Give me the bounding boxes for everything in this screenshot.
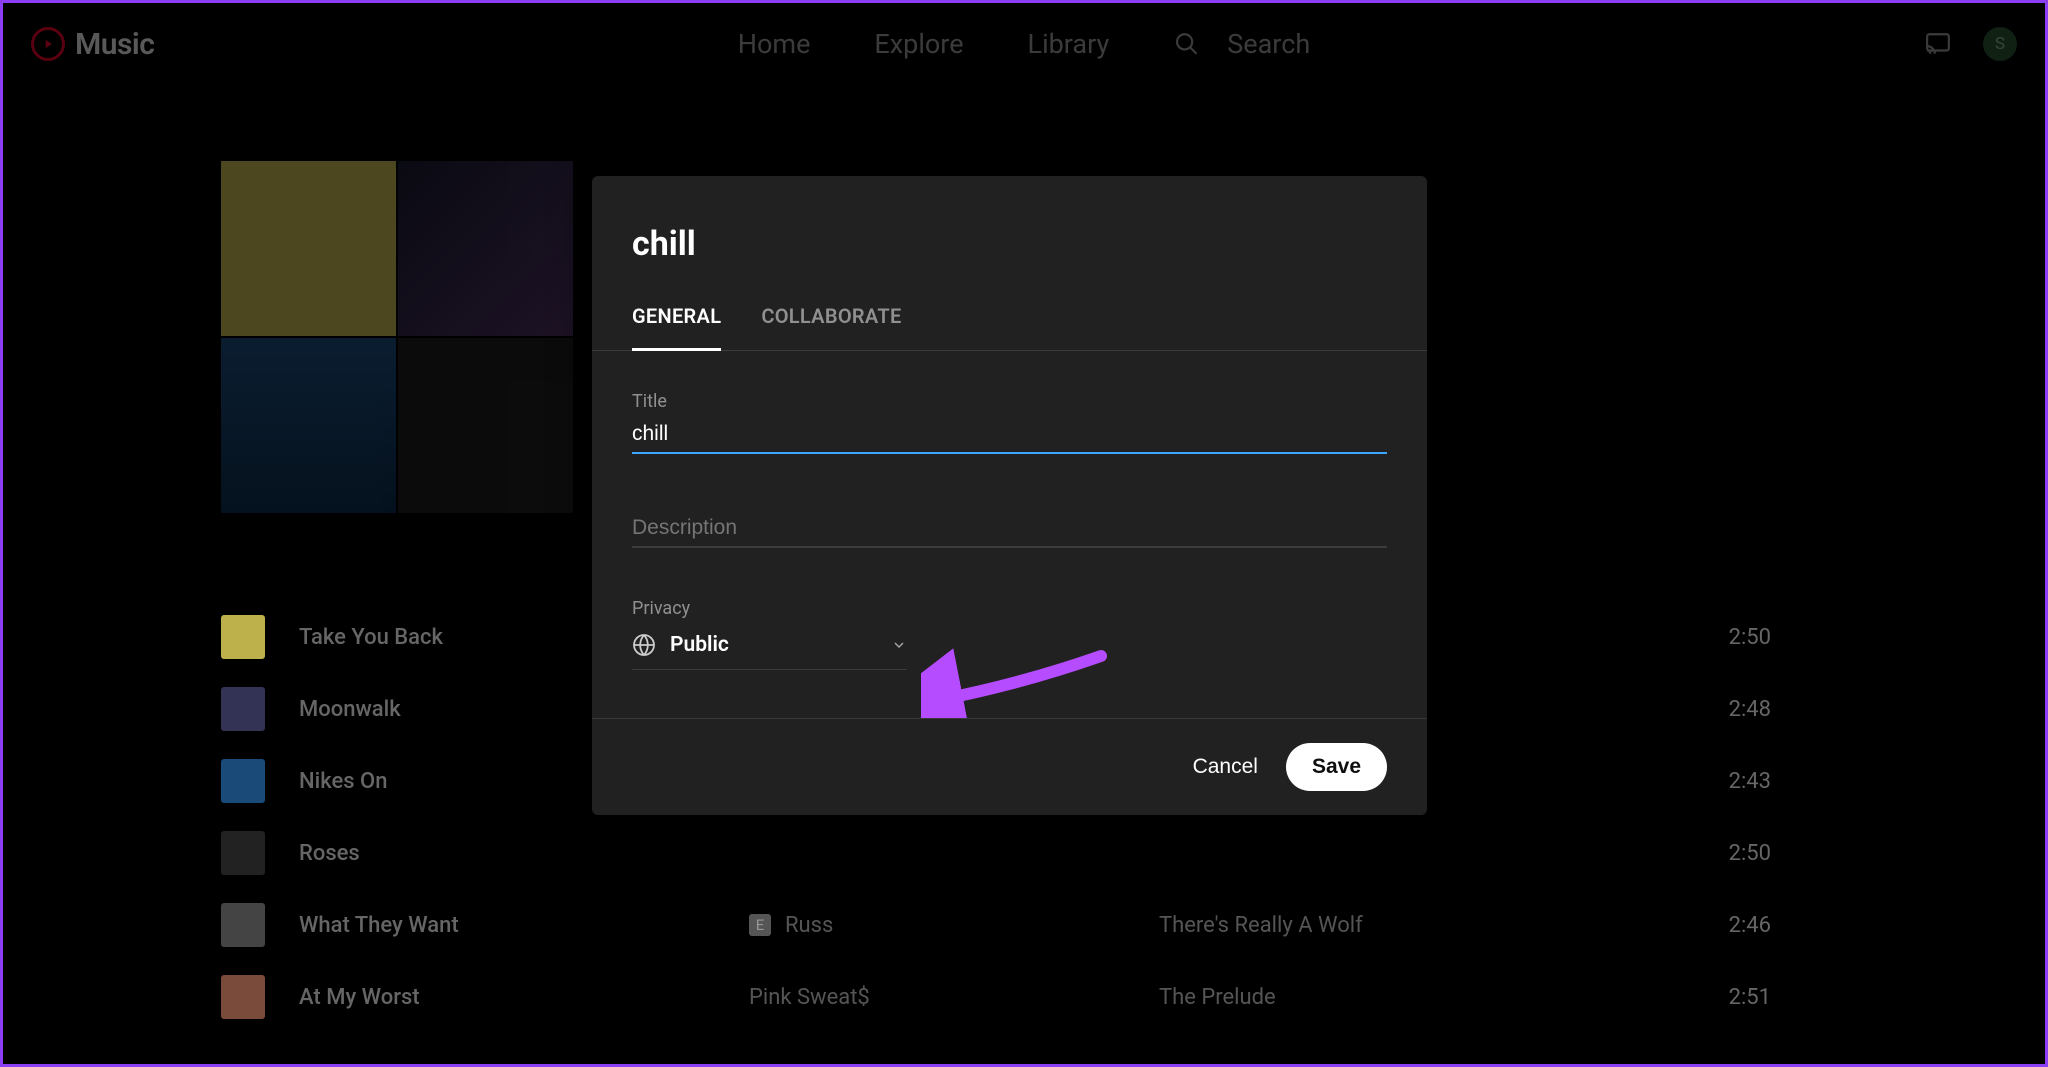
explicit-icon: E — [749, 914, 771, 936]
track-duration: 2:51 — [1609, 985, 1771, 1010]
track-duration: 2:50 — [1609, 841, 1771, 866]
track-duration: 2:48 — [1609, 697, 1771, 722]
track-thumb — [221, 615, 265, 659]
track-artist: ERuss — [749, 913, 1129, 938]
track-duration: 2:50 — [1609, 625, 1771, 650]
title-input[interactable] — [632, 416, 1387, 454]
globe-icon — [632, 633, 656, 657]
search-icon — [1173, 31, 1199, 57]
track-row[interactable]: Roses 2:50 — [221, 817, 1771, 889]
topbar: Music Home Explore Library Search S — [3, 3, 2045, 85]
track-duration: 2:46 — [1609, 913, 1771, 938]
track-album: The Prelude — [1159, 985, 1579, 1010]
cast-icon[interactable] — [1923, 31, 1953, 57]
title-label: Title — [632, 391, 1387, 412]
track-title: At My Worst — [299, 985, 719, 1010]
playlist-cover — [221, 161, 573, 513]
track-thumb — [221, 831, 265, 875]
save-button[interactable]: Save — [1286, 743, 1387, 791]
nav-search[interactable]: Search — [1173, 28, 1310, 60]
privacy-value: Public — [670, 633, 877, 657]
description-input[interactable] — [632, 510, 1387, 548]
nav-library[interactable]: Library — [1028, 28, 1110, 60]
track-thumb — [221, 687, 265, 731]
avatar[interactable]: S — [1983, 27, 2017, 61]
privacy-select[interactable]: Public — [632, 623, 907, 670]
brand-text: Music — [75, 27, 154, 62]
track-title: What They Want — [299, 913, 719, 938]
nav-explore[interactable]: Explore — [874, 28, 963, 60]
privacy-label: Privacy — [632, 598, 1387, 619]
modal-tabs: GENERAL COLLABORATE — [592, 264, 1427, 351]
cancel-button[interactable]: Cancel — [1193, 755, 1258, 779]
track-row[interactable]: At My Worst Pink Sweat$ The Prelude 2:51 — [221, 961, 1771, 1033]
track-thumb — [221, 759, 265, 803]
nav-search-label: Search — [1227, 28, 1310, 60]
track-duration: 2:43 — [1609, 769, 1771, 794]
track-row[interactable]: What They Want ERuss There's Really A Wo… — [221, 889, 1771, 961]
track-album: There's Really A Wolf — [1159, 913, 1579, 938]
tab-collaborate[interactable]: COLLABORATE — [761, 304, 901, 350]
logo[interactable]: Music — [31, 27, 154, 62]
nav-home[interactable]: Home — [738, 28, 811, 60]
track-artist: Pink Sweat$ — [749, 985, 1129, 1010]
play-logo-icon — [31, 27, 65, 61]
tab-general[interactable]: GENERAL — [632, 304, 721, 351]
chevron-down-icon — [891, 637, 907, 653]
modal-title: chill — [592, 176, 1427, 264]
edit-playlist-modal: chill GENERAL COLLABORATE Title Privacy … — [592, 176, 1427, 815]
track-thumb — [221, 975, 265, 1019]
track-thumb — [221, 903, 265, 947]
nav-center: Home Explore Library Search — [738, 3, 1310, 85]
track-title: Roses — [299, 841, 719, 866]
